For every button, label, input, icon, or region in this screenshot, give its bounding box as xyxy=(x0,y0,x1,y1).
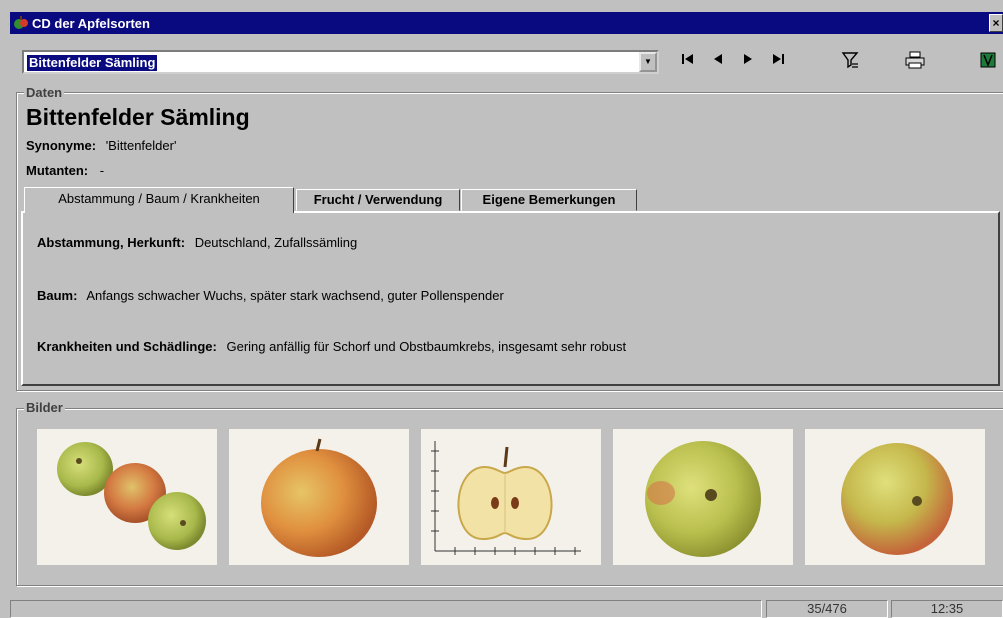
tab-bemerkungen[interactable]: Eigene Bemerkungen xyxy=(461,189,637,211)
tab-abstammung[interactable]: Abstammung / Baum / Krankheiten xyxy=(24,187,294,213)
apple-photo-2[interactable] xyxy=(229,429,409,565)
apple-photo-5[interactable] xyxy=(805,429,985,565)
variety-selector-value[interactable]: Bittenfelder Sämling xyxy=(27,55,158,71)
apple-photo-1[interactable] xyxy=(37,429,217,565)
abstammung-label: Abstammung, Herkunft: xyxy=(37,235,186,250)
baum-label: Baum: xyxy=(37,288,78,303)
tab-abstammung-label: Abstammung / Baum / Krankheiten xyxy=(58,191,260,206)
dropdown-icon[interactable]: ▼ xyxy=(639,52,657,72)
app-icon xyxy=(13,15,29,34)
last-record-icon[interactable] xyxy=(768,51,788,71)
krankheiten-value: Gering anfällig für Schorf und Obstbaumk… xyxy=(226,339,627,354)
baum-value: Anfangs schwacher Wuchs, später stark wa… xyxy=(86,288,504,303)
book-icon[interactable] xyxy=(976,50,1000,72)
baum-row: Baum: Anfangs schwacher Wuchs, später st… xyxy=(37,288,504,303)
abstammung-row: Abstammung, Herkunft: Deutschland, Zufal… xyxy=(37,235,357,250)
clock: 12:35 xyxy=(891,600,1003,618)
print-icon[interactable] xyxy=(903,50,927,72)
apple-cross-section-photo[interactable] xyxy=(421,429,601,565)
krankheiten-row: Krankheiten und Schädlinge: Gering anfäl… xyxy=(37,339,626,354)
krankheiten-label: Krankheiten und Schädlinge: xyxy=(37,339,217,354)
status-message xyxy=(10,600,762,618)
bilder-group-label: Bilder xyxy=(24,400,65,415)
title-bar: CD der Apfelsorten × xyxy=(10,12,1003,34)
window-title: CD der Apfelsorten xyxy=(32,16,150,31)
record-counter: 35/476 xyxy=(766,600,888,618)
mutanten-value: - xyxy=(99,163,105,178)
synonyme-label: Synonyme: xyxy=(26,138,97,153)
filter-icon[interactable] xyxy=(838,50,862,72)
next-record-icon[interactable] xyxy=(738,51,758,71)
variety-selector[interactable]: Bittenfelder Sämling ▼ xyxy=(22,50,659,74)
synonyme-value: 'Bittenfelder' xyxy=(105,138,177,153)
abstammung-value: Deutschland, Zufallssämling xyxy=(194,235,358,250)
previous-record-icon[interactable] xyxy=(708,51,728,71)
tab-bemerkungen-label: Eigene Bemerkungen xyxy=(482,192,616,207)
first-record-icon[interactable] xyxy=(678,51,698,71)
daten-group-label: Daten xyxy=(24,85,65,100)
mutanten-label: Mutanten: xyxy=(26,163,89,178)
tab-panel: Abstammung, Herkunft: Deutschland, Zufal… xyxy=(21,211,1000,386)
tab-frucht-label: Frucht / Verwendung xyxy=(313,192,443,207)
apple-photo-4[interactable] xyxy=(613,429,793,565)
tab-frucht[interactable]: Frucht / Verwendung xyxy=(296,189,460,211)
variety-title: Bittenfelder Sämling xyxy=(26,104,250,130)
mutanten-line: Mutanten: - xyxy=(26,163,104,178)
close-icon[interactable]: × xyxy=(989,14,1003,32)
synonyme-line: Synonyme: 'Bittenfelder' xyxy=(26,138,176,153)
